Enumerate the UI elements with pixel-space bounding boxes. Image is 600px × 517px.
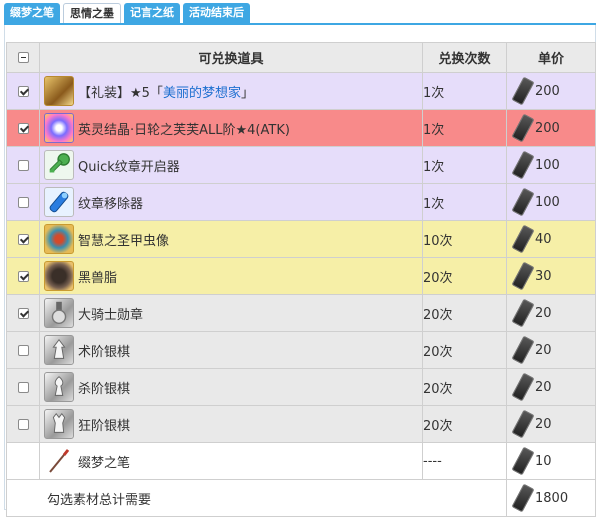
table-row: Quick纹章开启器 1次 100 <box>6 146 596 184</box>
item-price: 200 <box>535 120 560 136</box>
item-name: 术阶银棋 <box>78 344 131 360</box>
knight-medal-icon[interactable] <box>44 298 74 328</box>
item-link[interactable]: 美丽的梦想家 <box>163 86 241 101</box>
dream-pen-icon[interactable] <box>44 446 74 476</box>
caster-piece-icon[interactable] <box>44 335 74 365</box>
ink-token-icon <box>511 76 535 106</box>
blue-remover-icon[interactable] <box>44 187 74 217</box>
ink-token-icon <box>511 187 535 217</box>
table-row: 大骑士勋章 20次 20 <box>6 294 596 332</box>
item-name: Quick纹章开启器 <box>78 159 180 175</box>
table-body: 【礼装】★5「美丽的梦想家」 1次 200 英灵结晶·日轮之芙芙ALL阶★4(A… <box>6 72 596 517</box>
scarab-icon[interactable] <box>44 224 74 254</box>
tab-after-event[interactable]: 活动结束后 <box>183 3 250 23</box>
item-count: 20次 <box>422 331 507 369</box>
row-checkbox[interactable] <box>17 122 29 134</box>
item-price: 200 <box>535 83 560 99</box>
table-row: 黑兽脂 20次 30 <box>6 257 596 295</box>
tab-bar: 缀梦之笔 思情之墨 记言之纸 活动结束后 <box>4 3 250 23</box>
ink-token-icon <box>511 150 535 180</box>
tab-dream-pen[interactable]: 缀梦之笔 <box>4 3 60 23</box>
item-name: 杀阶银棋 <box>78 381 131 397</box>
item-count: 1次 <box>422 146 507 184</box>
ink-token-icon <box>511 446 535 476</box>
row-checkbox[interactable] <box>17 196 29 208</box>
row-checkbox[interactable] <box>17 307 29 319</box>
item-price: 100 <box>535 194 560 210</box>
item-count: 1次 <box>422 72 507 110</box>
ink-token-icon <box>511 261 535 291</box>
tab-longing-ink[interactable]: 思情之墨 <box>63 3 121 23</box>
row-checkbox[interactable] <box>17 381 29 393</box>
item-price: 20 <box>535 305 552 321</box>
item-price: 10 <box>535 453 552 469</box>
item-name: 英灵结晶·日轮之芙芙ALL阶★4(ATK) <box>78 122 290 138</box>
beast-fat-icon[interactable] <box>44 261 74 291</box>
item-price: 20 <box>535 379 552 395</box>
item-name-prefix: 【礼装】★5「 <box>78 85 163 101</box>
item-price: 20 <box>535 416 552 432</box>
item-count: 1次 <box>422 183 507 221</box>
ink-token-icon <box>511 335 535 365</box>
item-name: 大骑士勋章 <box>78 307 144 323</box>
table-row: 纹章移除器 1次 100 <box>6 183 596 221</box>
item-count: 20次 <box>422 405 507 443</box>
item-price: 30 <box>535 268 552 284</box>
item-name: 黑兽脂 <box>78 270 118 286</box>
ink-token-icon <box>511 409 535 439</box>
gold-card-icon[interactable] <box>44 76 74 106</box>
header-count: 兑换次数 <box>422 42 507 73</box>
select-all-cell <box>6 42 40 73</box>
table-row: 缀梦之笔 ---- 10 <box>6 442 596 480</box>
table-header-row: 可兑换道具 兑换次数 单价 <box>6 42 596 73</box>
header-price: 单价 <box>506 42 596 73</box>
item-count: 20次 <box>422 257 507 295</box>
total-row: 勾选素材总计需要 1800 <box>6 479 596 517</box>
item-name: 狂阶银棋 <box>78 418 131 434</box>
item-name: 智慧之圣甲虫像 <box>78 233 170 249</box>
row-checkbox[interactable] <box>17 85 29 97</box>
item-count: 1次 <box>422 109 507 147</box>
rainbow-crystal-icon[interactable] <box>44 113 74 143</box>
item-count: 20次 <box>422 294 507 332</box>
ink-token-icon <box>511 298 535 328</box>
ink-token-icon <box>511 113 535 143</box>
item-price: 100 <box>535 157 560 173</box>
row-checkbox[interactable] <box>17 233 29 245</box>
row-checkbox[interactable] <box>17 344 29 356</box>
berserker-piece-icon[interactable] <box>44 409 74 439</box>
item-name: 纹章移除器 <box>78 196 144 212</box>
item-count: 20次 <box>422 368 507 406</box>
select-all-checkbox[interactable] <box>17 52 29 63</box>
item-count: 10次 <box>422 220 507 258</box>
table-row: 英灵结晶·日轮之芙芙ALL阶★4(ATK) 1次 200 <box>6 109 596 147</box>
table-row: 术阶银棋 20次 20 <box>6 331 596 369</box>
header-item: 可兑换道具 <box>39 42 423 73</box>
item-price: 40 <box>535 231 552 247</box>
total-price: 1800 <box>535 490 569 506</box>
ink-token-icon <box>511 224 535 254</box>
item-name-suffix: 」 <box>240 85 254 101</box>
table-row: 【礼装】★5「美丽的梦想家」 1次 200 <box>6 72 596 110</box>
item-price: 20 <box>535 342 552 358</box>
assassin-piece-icon[interactable] <box>44 372 74 402</box>
table-row: 狂阶银棋 20次 20 <box>6 405 596 443</box>
exchange-table: 可兑换道具 兑换次数 单价 【礼装】★5「美丽的梦想家」 1次 200 英灵结晶… <box>6 42 596 517</box>
item-count: ---- <box>422 442 507 480</box>
item-name: 缀梦之笔 <box>78 455 131 471</box>
row-checkbox[interactable] <box>17 270 29 282</box>
tab-memo-paper[interactable]: 记言之纸 <box>124 3 180 23</box>
table-row: 杀阶银棋 20次 20 <box>6 368 596 406</box>
ink-token-icon <box>511 372 535 402</box>
row-checkbox[interactable] <box>17 418 29 430</box>
ink-token-icon <box>511 483 535 513</box>
row-checkbox[interactable] <box>17 159 29 171</box>
item-name: 【礼装】★5「美丽的梦想家」 <box>78 82 254 101</box>
total-label: 勾选素材总计需要 <box>6 479 507 517</box>
green-key-icon[interactable] <box>44 150 74 180</box>
table-row: 智慧之圣甲虫像 10次 40 <box>6 220 596 258</box>
